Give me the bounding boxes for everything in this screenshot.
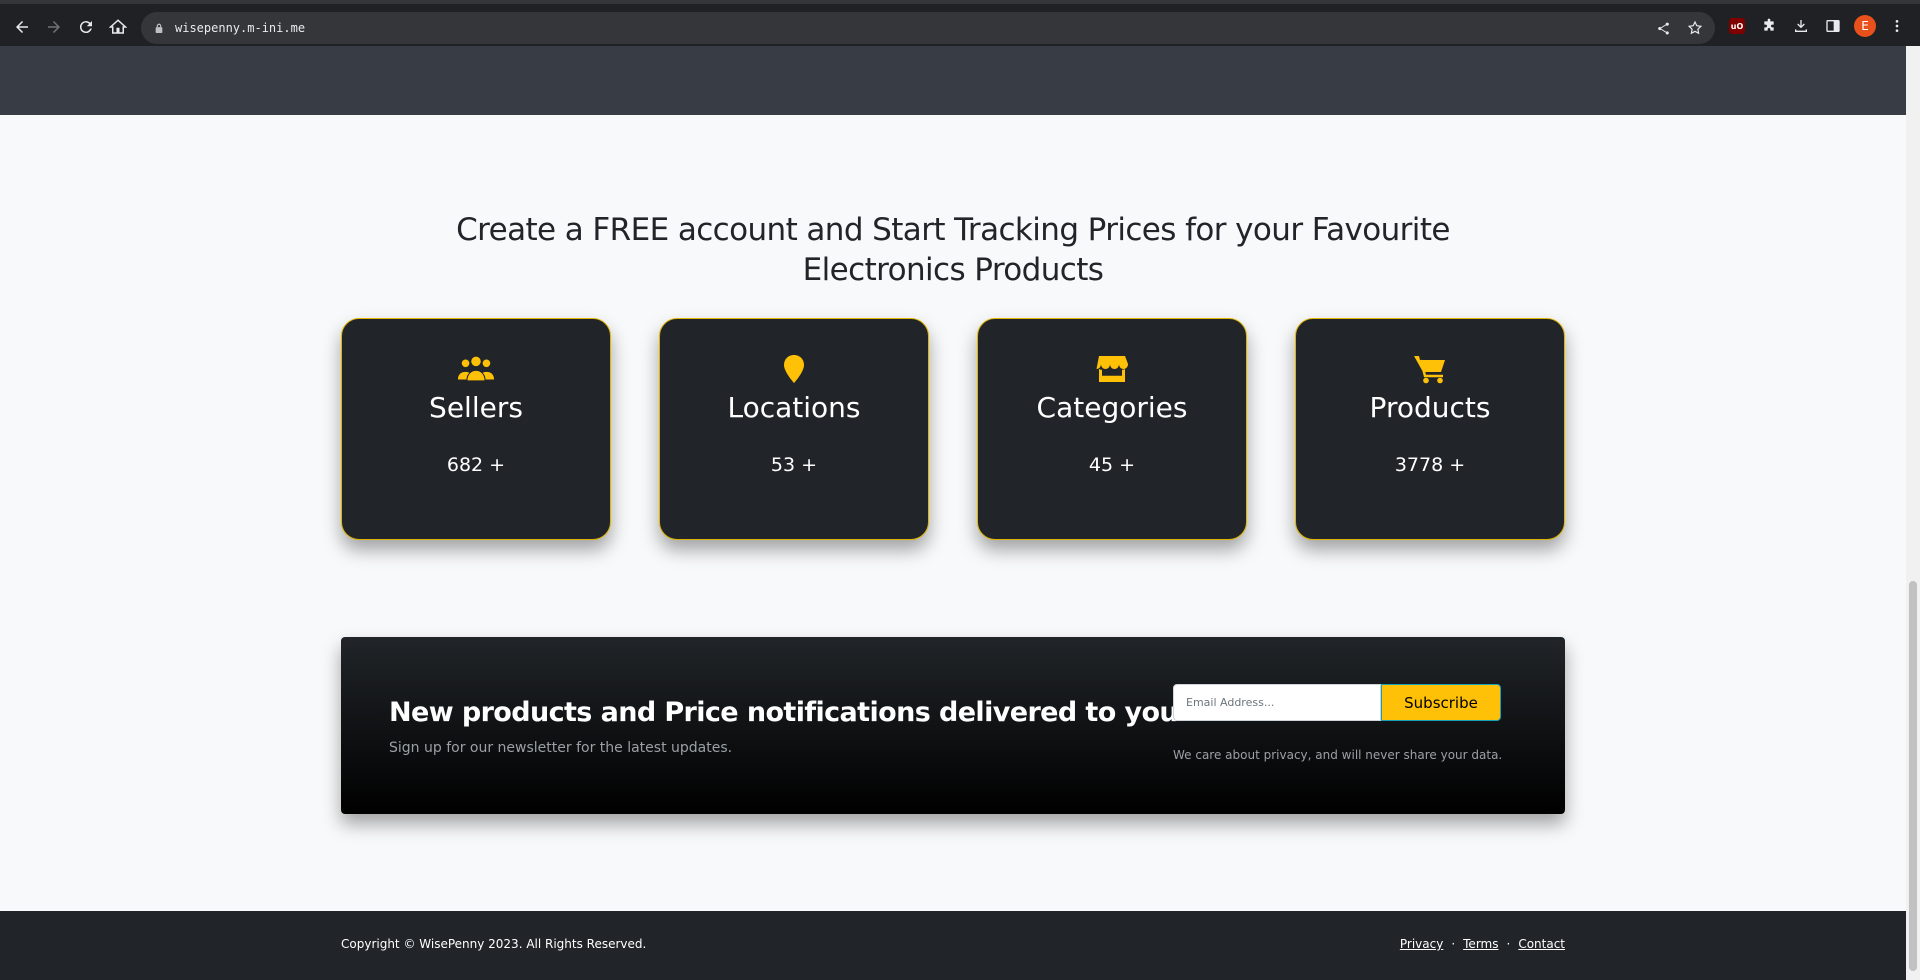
privacy-note: We care about privacy, and will never sh… [1173,748,1503,762]
stat-count: 3778 + [1394,454,1466,476]
address-bar[interactable]: wisepenny.m-ini.me [141,12,1715,44]
share-icon[interactable] [1653,18,1673,38]
footer-link-terms[interactable]: Terms [1463,937,1498,951]
back-arrow-icon[interactable] [8,13,36,41]
footer-link-privacy[interactable]: Privacy [1400,937,1443,951]
url-text[interactable]: wisepenny.m-ini.me [175,21,305,35]
reload-icon[interactable] [72,13,100,41]
forward-arrow-icon[interactable] [40,13,68,41]
stat-title: Products [1369,391,1491,424]
email-field[interactable]: Email Address... [1173,684,1381,721]
main-content: Create a FREE account and Start Tracking… [0,115,1906,911]
home-icon[interactable] [104,13,132,41]
scrollbar-thumb[interactable] [1909,581,1917,971]
site-footer: Copyright © WisePenny 2023. All Rights R… [0,911,1906,980]
side-panel-icon[interactable] [1822,15,1844,37]
footer-separator: · [1506,937,1511,951]
store-icon [1096,353,1128,385]
users-icon [457,353,495,385]
page-headline: Create a FREE account and Start Tracking… [456,212,1450,288]
profile-avatar[interactable]: E [1854,15,1876,37]
kebab-menu-icon[interactable] [1886,15,1908,37]
stat-title: Sellers [429,391,523,424]
newsletter-subtitle: Sign up for our newsletter for the lates… [389,740,733,756]
download-icon[interactable] [1790,15,1812,37]
stat-card-locations: Locations 53 + [659,318,929,540]
footer-separator: · [1451,937,1456,951]
omnibox-actions [1653,18,1705,38]
stat-card-categories: Categories 45 + [977,318,1247,540]
bookmark-star-icon[interactable] [1685,18,1705,38]
stat-title: Locations [727,391,861,424]
stats-cards: Sellers 682 + Locations 53 + Categories … [341,318,1565,540]
browser-nav [8,13,136,41]
page-scrollbar[interactable] [1906,46,1920,980]
avatar-letter: E [1854,15,1876,37]
ublock-extension-icon[interactable]: uO [1726,15,1748,37]
stat-count: 45 + [1088,454,1136,476]
cart-icon [1413,353,1447,385]
header-band [0,46,1906,115]
copyright-text: Copyright © WisePenny 2023. All Rights R… [341,937,647,951]
lock-icon [153,22,165,34]
stat-count: 682 + [446,454,506,476]
stat-card-sellers: Sellers 682 + [341,318,611,540]
stat-card-products: Products 3778 + [1295,318,1565,540]
newsletter-section: New products and Price notifications del… [341,637,1565,814]
newsletter-title: New products and Price notifications del… [389,697,1188,728]
ublock-badge: uO [1729,18,1745,34]
stat-count: 53 + [770,454,818,476]
footer-link-contact[interactable]: Contact [1518,937,1565,951]
subscribe-button[interactable]: Subscribe [1381,684,1501,721]
puzzle-extensions-icon[interactable] [1758,15,1780,37]
map-pin-icon [782,353,806,385]
extensions-area: uO E [1726,15,1908,37]
stat-title: Categories [1036,391,1188,424]
footer-links: Privacy · Terms · Contact [1400,937,1565,951]
browser-toolbar: wisepenny.m-ini.me uO E [0,0,1920,46]
